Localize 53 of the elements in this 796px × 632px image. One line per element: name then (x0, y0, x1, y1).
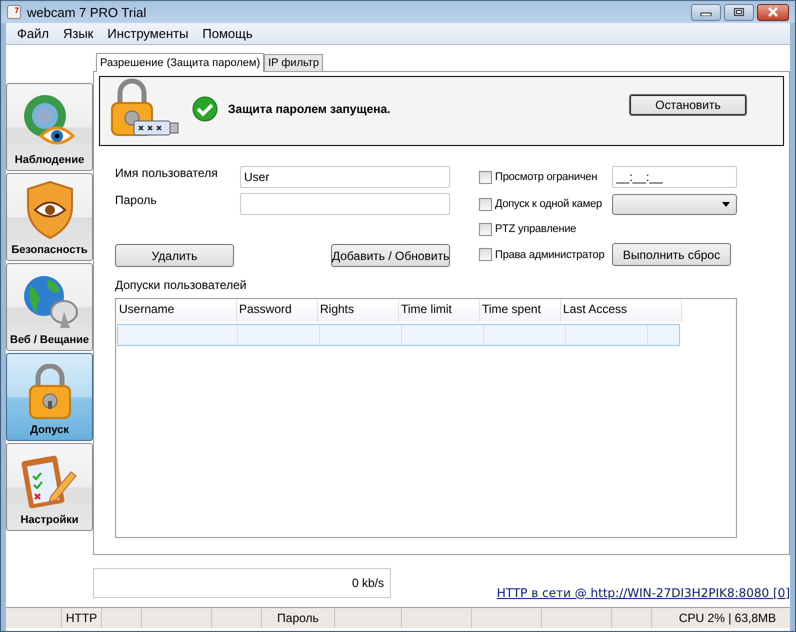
camera-dropdown[interactable] (612, 194, 737, 214)
status-text: HTTP (66, 611, 98, 625)
add-update-button[interactable]: Добавить / Обновить (331, 244, 450, 267)
option-label: Права администратор (495, 248, 604, 260)
option-label: Допуск к одной камер (495, 198, 602, 210)
tab[interactable]: IP фильтр (264, 54, 324, 71)
time-field[interactable]: __:__:__ (612, 166, 737, 188)
menu-item[interactable]: Файл (10, 26, 56, 41)
password-field[interactable] (240, 193, 450, 215)
reset-button[interactable]: Выполнить сброс (612, 243, 731, 266)
menu-item[interactable]: Помощь (195, 26, 260, 41)
minimize-button[interactable] (691, 4, 721, 20)
maximize-button[interactable] (724, 4, 754, 20)
caret-icon (722, 202, 730, 206)
server-link[interactable]: HTTP в сети @ http://WIN-27DI3H2PIK8:8080 [0] (496, 586, 790, 600)
maximize-icon (733, 7, 745, 17)
stop-button[interactable]: Остановить (629, 94, 747, 116)
shield-eye-icon (24, 180, 74, 240)
sidebar-item[interactable]: Веб / Вещание (6, 263, 93, 351)
checkbox[interactable] (479, 222, 492, 236)
sidebar-item[interactable]: Безопасность (6, 173, 93, 261)
column-header[interactable]: Last Access (561, 300, 682, 322)
status-text: Пароль (277, 611, 319, 625)
sidebar-item[interactable]: Допуск (6, 353, 93, 441)
sidebar-item[interactable]: Настройки (6, 443, 93, 531)
checkbox[interactable] (479, 170, 492, 184)
window-title: webcam 7 PRO Trial (27, 4, 146, 20)
column-header[interactable]: Time spent (480, 300, 561, 322)
checkbox[interactable] (479, 248, 492, 261)
field-label: Имя пользователя (115, 166, 219, 180)
sidebar-item[interactable]: Наблюдение (6, 83, 93, 171)
column-header[interactable]: Password (237, 300, 318, 322)
status-text: CPU 2% | 63,8MB (678, 611, 776, 625)
close-icon (766, 7, 780, 17)
option-label: Просмотр ограничен (495, 171, 598, 183)
check-icon (192, 96, 218, 122)
delete-button[interactable]: Удалить (115, 244, 234, 267)
table-title: Допуски пользователей (115, 278, 248, 292)
menu-item[interactable]: Инструменты (100, 26, 196, 41)
tab[interactable]: Разрешение (Защита паролем) (96, 53, 264, 72)
speed-value: 0 kb/s (352, 576, 384, 590)
username-field[interactable]: User (240, 166, 450, 188)
close-button[interactable] (757, 4, 789, 20)
checkbox[interactable] (479, 198, 492, 210)
status-message: Защита паролем запущена. (228, 102, 391, 116)
column-header[interactable]: Rights (318, 300, 399, 322)
menu-item[interactable]: Язык (56, 26, 100, 41)
app-icon (7, 5, 21, 19)
column-header[interactable]: Time limit (399, 300, 480, 322)
option-label: PTZ управление (495, 223, 576, 235)
column-header[interactable]: Username (117, 300, 237, 322)
padlock-icon (26, 364, 72, 420)
field-label: Пароль (115, 193, 158, 207)
